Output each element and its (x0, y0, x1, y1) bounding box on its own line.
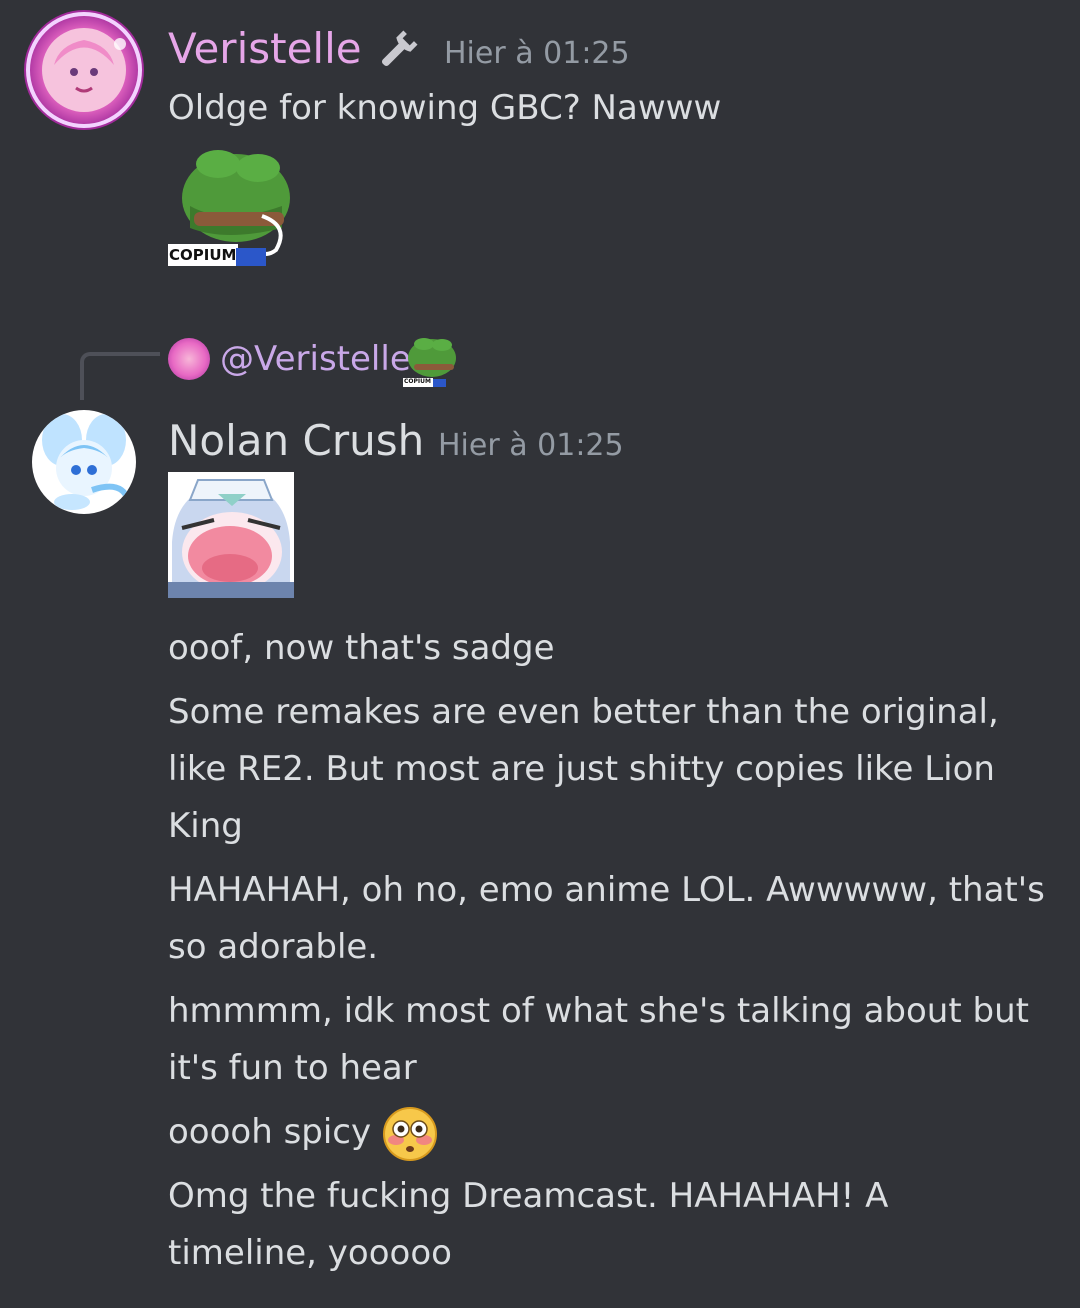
message2-line-3: HAHAHAH, oh no, emo anime LOL. Awwwww, t… (168, 870, 1045, 967)
copium-pepe-emoji[interactable]: COPIUM (166, 146, 294, 270)
message2-line-4: hmmmm, idk most of what she's talking ab… (168, 991, 1029, 1088)
wrench-icon (374, 28, 420, 74)
username-nolan-crush[interactable]: Nolan Crush (168, 416, 424, 466)
reply-avatar-veristelle[interactable] (168, 338, 210, 380)
message2-lines: ooof, now that's sadge Some remakes are … (168, 620, 1048, 1282)
flushed-face-emoji (382, 1106, 438, 1162)
message2-line-5-row: ooooh spicy (168, 1104, 1048, 1161)
timestamp-message2: Hier à 01:25 (438, 428, 624, 463)
anime-crying-emoji[interactable] (168, 472, 294, 598)
message1-text: Oldge for knowing GBC? Nawww (168, 88, 722, 128)
avatar-art (42, 414, 131, 510)
avatar-art (26, 12, 142, 128)
reply-mention[interactable]: @Veristelle (220, 336, 411, 382)
message2-line-1: ooof, now that's sadge (168, 628, 555, 668)
message2-line-2: Some remakes are even better than the or… (168, 692, 999, 846)
avatar-nolan-crush[interactable] (32, 410, 136, 514)
message2-line-6: Omg the fucking Dreamcast. HAHAHAH! A ti… (168, 1176, 889, 1273)
message2-line-5: ooooh spicy (168, 1112, 372, 1152)
reply-copium-label: COPIUM (404, 378, 431, 385)
reply-connector-line (80, 352, 160, 400)
reply-copium-emoji: COPIUM (402, 336, 458, 388)
username-veristelle[interactable]: Veristelle (168, 24, 362, 74)
avatar-veristelle[interactable] (24, 10, 144, 130)
copium-label: COPIUM (169, 246, 237, 264)
timestamp-message1: Hier à 01:25 (444, 36, 630, 71)
